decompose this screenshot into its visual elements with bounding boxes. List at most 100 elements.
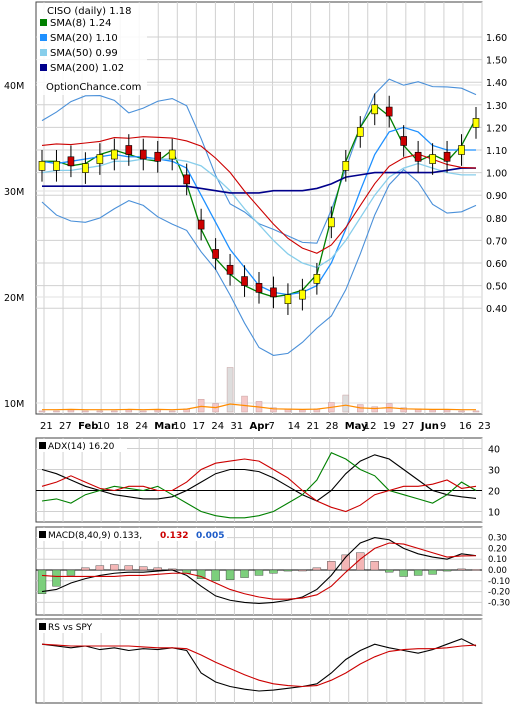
macd-histogram-bar	[240, 569, 249, 578]
price-tick-label: 1.20	[486, 123, 507, 134]
date-tick-label: 9	[440, 421, 446, 432]
candle-up	[96, 154, 104, 164]
price-tick-label: 1.60	[486, 33, 507, 44]
rs-legend-swatch	[39, 623, 46, 630]
candle-up	[168, 149, 176, 160]
candle-down	[385, 106, 393, 117]
price-tick-label: 0.70	[486, 236, 507, 247]
legend-entry: SMA(20) 1.10	[50, 33, 118, 44]
macd-histogram-bar	[110, 564, 119, 571]
legend-swatch	[40, 19, 47, 26]
candle-down	[154, 151, 162, 162]
date-tick-label: 31	[230, 421, 243, 432]
volume-bar	[125, 409, 133, 413]
macd-legend-swatch	[39, 531, 46, 538]
adx-tick-label: 20	[488, 487, 500, 498]
price-tick-label: 1.10	[486, 146, 507, 157]
volume-tick-label: 40M	[4, 81, 24, 92]
volume-bar	[226, 367, 234, 413]
volume-bar	[154, 409, 161, 413]
macd-histogram-bar	[66, 569, 76, 576]
legend-swatch	[40, 34, 47, 41]
price-tick-label: 1.40	[486, 78, 507, 89]
date-tick-label: 28	[326, 421, 339, 432]
candle-up	[38, 161, 46, 171]
price-tick-label: 0.80	[486, 214, 507, 225]
stock-chart: CISO (daily) 1.18 SMA(8) 1.24 SMA(20) 1.1…	[4, 1, 510, 704]
candle-up	[458, 145, 465, 155]
macd-tick-label: -0.30	[488, 598, 510, 608]
adx-tick-label: 40	[488, 445, 500, 456]
candle-down	[67, 156, 75, 167]
price-tick-label: 1.30	[486, 101, 507, 112]
macd-histogram-bar	[471, 569, 481, 571]
candle-up	[371, 104, 379, 115]
macd-hist-value: 0.005	[196, 531, 224, 541]
macd-label: MACD(8,40,9) 0.133,	[48, 531, 142, 541]
date-tick-label: 24	[135, 421, 148, 432]
date-tick-label: 24	[211, 421, 224, 432]
macd-axis: 0.300.200.100.00-0.10-0.20-0.30	[488, 534, 510, 609]
macd-tick-label: 0.20	[488, 544, 507, 554]
candle-down	[125, 145, 133, 155]
macd-histogram-bar	[399, 569, 408, 577]
macd-tick-label: -0.10	[488, 577, 510, 587]
macd-histogram-bar	[52, 569, 61, 587]
macd-tick-label: 0.30	[488, 534, 507, 544]
main-title: CISO (daily) 1.18	[47, 6, 132, 17]
macd-histogram-bar	[442, 569, 452, 572]
volume-bar	[140, 410, 147, 413]
volume-axis: 70M60M50M40M30M20M10M	[4, 81, 24, 410]
macd-histogram-bar	[139, 566, 148, 571]
date-tick-label: 16	[459, 421, 472, 432]
adx-legend-swatch	[39, 442, 46, 449]
price-tick-label: 0.40	[486, 304, 507, 315]
volume-bar	[371, 406, 378, 413]
candle-down	[443, 151, 451, 162]
date-tick-label: 21	[307, 421, 320, 432]
candle-down	[212, 249, 219, 259]
date-tick-label: 27	[402, 421, 415, 432]
adx-axis: 40 30 20 10	[488, 445, 500, 519]
candle-up	[313, 273, 321, 284]
candle-up	[429, 154, 436, 164]
macd-signal-value: 0.132	[160, 531, 188, 541]
volume-bar	[168, 410, 176, 413]
macd-histogram-bar	[37, 569, 47, 594]
volume-bar	[111, 410, 118, 413]
legend-swatch	[40, 64, 47, 71]
macd-histogram-bar	[81, 567, 90, 571]
macd-histogram-bar	[428, 569, 437, 575]
date-tick-label: 7	[269, 421, 275, 432]
volume-bar	[429, 409, 436, 413]
macd-histogram-bar	[385, 569, 394, 573]
date-tick-label: 14	[288, 421, 301, 432]
volume-bar	[38, 410, 46, 413]
volume-tick-label: 20M	[4, 293, 24, 304]
macd-histogram-bar	[327, 561, 336, 571]
volume-bar	[443, 409, 451, 413]
date-tick-label: 27	[59, 421, 72, 432]
volume-tick-label: 10M	[4, 399, 24, 410]
candle-up	[472, 118, 480, 128]
candle-up	[328, 217, 335, 228]
date-axis: 21 27 Feb10 18 24 Mar10 17 24 31 Apr 7 14 21 28 May12 1…	[40, 421, 491, 432]
date-tick-label: Jun	[420, 421, 439, 432]
volume-tick-label: 30M	[4, 187, 24, 198]
date-tick-label: 21	[40, 421, 53, 432]
price-axis: 1.60 1.50 1.40 1.30 1.20 1.10 1.00 0.90 0.80 0.70…	[486, 33, 507, 315]
adx-tick-label: 30	[488, 466, 500, 477]
macd-histogram-bar	[283, 569, 293, 572]
macd-tick-label: 0.00	[488, 566, 507, 576]
legend-entry: SMA(50) 0.99	[50, 48, 118, 59]
volume-bar	[96, 410, 104, 413]
macd-histogram-bar	[370, 561, 379, 571]
macd-tick-label: 0.10	[488, 555, 507, 565]
candle-down	[197, 219, 205, 230]
candle-down	[400, 136, 407, 146]
candle-up	[82, 163, 89, 173]
macd-histogram-bar	[95, 565, 105, 571]
date-tick-label: 17	[192, 421, 205, 432]
price-tick-label: 0.60	[486, 259, 507, 270]
volume-bar	[299, 409, 306, 413]
